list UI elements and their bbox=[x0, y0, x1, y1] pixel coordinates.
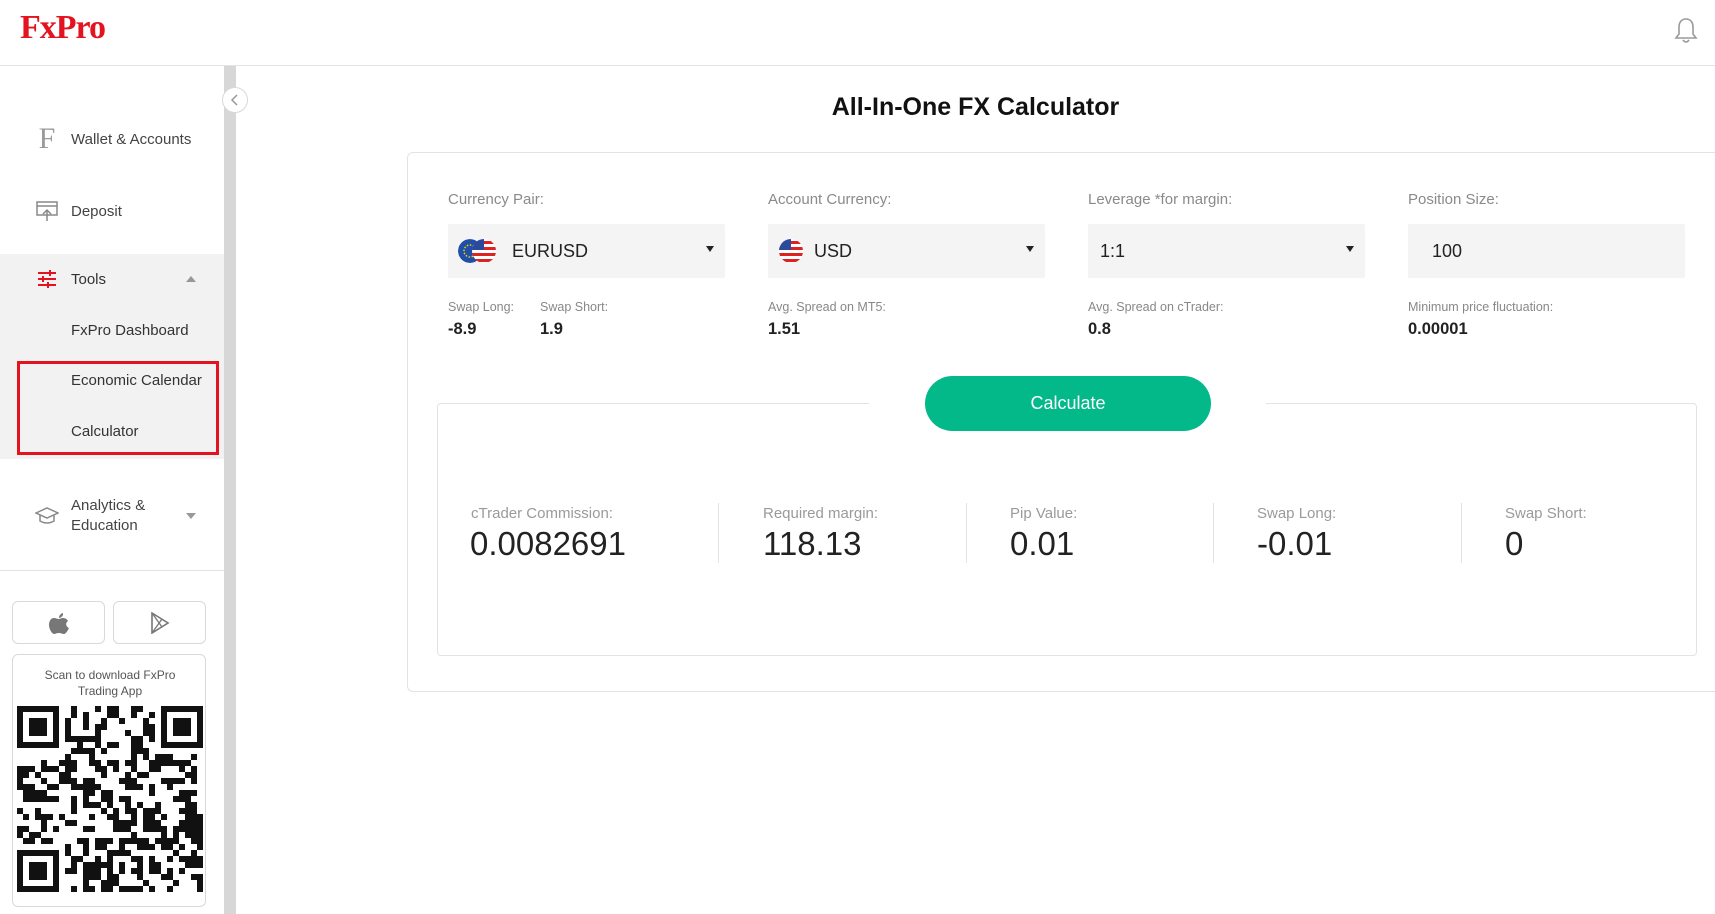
apple-icon bbox=[48, 612, 69, 634]
result-separator bbox=[1213, 503, 1214, 563]
min-fluctuation-label: Minimum price fluctuation: bbox=[1408, 300, 1554, 314]
sidebar-scrollbar[interactable] bbox=[224, 66, 236, 914]
currency-pair-label: Currency Pair: bbox=[448, 191, 544, 208]
sidebar-item-wallet[interactable]: F Wallet & Accounts bbox=[0, 122, 224, 155]
currency-pair-value: EURUSD bbox=[512, 240, 589, 261]
result-value: 118.13 bbox=[763, 525, 862, 562]
sidebar-item-label: Deposit bbox=[71, 202, 122, 220]
sidebar-item-deposit[interactable]: Deposit bbox=[0, 196, 224, 226]
highlight-box bbox=[17, 361, 219, 455]
swap-long-value: -8.9 bbox=[448, 320, 477, 338]
result-label: Swap Long: bbox=[1257, 505, 1337, 522]
google-play-button[interactable] bbox=[113, 601, 206, 644]
dropdown-caret-icon bbox=[1346, 246, 1354, 252]
dropdown-caret-icon bbox=[706, 246, 714, 252]
sliders-icon bbox=[34, 266, 60, 292]
result-value: 0.01 bbox=[1010, 525, 1075, 562]
google-play-icon bbox=[150, 611, 170, 634]
notification-bell-icon[interactable] bbox=[1673, 16, 1699, 46]
qr-card: Scan to download FxPro Trading App bbox=[12, 654, 206, 907]
dropdown-caret-icon bbox=[1026, 246, 1034, 252]
sidebar-item-tools[interactable]: Tools bbox=[0, 264, 224, 294]
result-separator bbox=[718, 503, 719, 563]
result-value: 0 bbox=[1505, 525, 1524, 562]
min-fluctuation-value: 0.00001 bbox=[1408, 320, 1468, 338]
result-value: 0.0082691 bbox=[470, 525, 626, 562]
graduation-cap-icon bbox=[34, 503, 60, 529]
avg-spread-mt5-label: Avg. Spread on MT5: bbox=[768, 300, 886, 314]
qr-caption: Scan to download FxPro Trading App bbox=[44, 668, 176, 698]
result-separator bbox=[1461, 503, 1462, 563]
leverage-label: Leverage *for margin: bbox=[1088, 191, 1233, 208]
result-label: cTrader Commission: bbox=[471, 505, 613, 522]
sidebar-item-label: Wallet & Accounts bbox=[71, 130, 192, 148]
fxpro-f-icon: F bbox=[38, 122, 56, 155]
sidebar-item-label: Tools bbox=[71, 270, 107, 288]
result-label: Pip Value: bbox=[1010, 505, 1078, 522]
top-header: FxPro bbox=[0, 0, 1715, 66]
position-size-value: 100 bbox=[1432, 240, 1463, 261]
swap-short-value: 1.9 bbox=[540, 320, 563, 338]
app-store-button[interactable] bbox=[12, 601, 105, 644]
chevron-down-icon[interactable] bbox=[186, 513, 196, 519]
result-value: -0.01 bbox=[1257, 525, 1333, 562]
swap-short-label: Swap Short: bbox=[540, 300, 609, 314]
result-separator bbox=[966, 503, 967, 563]
us-flag-icon bbox=[472, 239, 496, 263]
position-size-label: Position Size: bbox=[1408, 191, 1499, 208]
sidebar-divider bbox=[0, 570, 224, 571]
us-flag-icon bbox=[779, 239, 803, 263]
avg-spread-ctrader-label: Avg. Spread on cTrader: bbox=[1088, 300, 1224, 314]
chevron-up-icon[interactable] bbox=[186, 276, 196, 282]
account-currency-value: USD bbox=[814, 240, 853, 261]
deposit-icon bbox=[34, 198, 60, 224]
fxpro-logo[interactable]: FxPro bbox=[20, 9, 106, 47]
collapse-sidebar-button[interactable] bbox=[222, 87, 248, 113]
leverage-value: 1:1 bbox=[1100, 240, 1126, 261]
result-label: Required margin: bbox=[763, 505, 879, 522]
result-label: Swap Short: bbox=[1505, 505, 1587, 522]
account-currency-select[interactable]: USD bbox=[768, 224, 1045, 278]
swap-long-label: Swap Long: bbox=[448, 300, 515, 314]
calculate-button[interactable]: Calculate bbox=[925, 376, 1211, 431]
account-currency-label: Account Currency: bbox=[768, 191, 892, 208]
page-title: All-In-One FX Calculator bbox=[831, 93, 1120, 121]
avg-spread-mt5-value: 1.51 bbox=[768, 320, 801, 338]
position-size-input[interactable]: 100 bbox=[1408, 224, 1685, 278]
leverage-select[interactable]: 1:1 bbox=[1088, 224, 1365, 278]
chevron-left-icon bbox=[230, 94, 238, 106]
sidebar-subitem-dashboard[interactable]: FxPro Dashboard bbox=[71, 322, 189, 339]
sidebar-item-label: Analytics & Education bbox=[71, 497, 146, 534]
avg-spread-ctrader-value: 0.8 bbox=[1088, 320, 1111, 338]
currency-pair-select[interactable]: EURUSD bbox=[448, 224, 725, 278]
sidebar-item-analytics[interactable]: Analytics & Education bbox=[0, 494, 224, 538]
qr-code bbox=[17, 706, 203, 892]
